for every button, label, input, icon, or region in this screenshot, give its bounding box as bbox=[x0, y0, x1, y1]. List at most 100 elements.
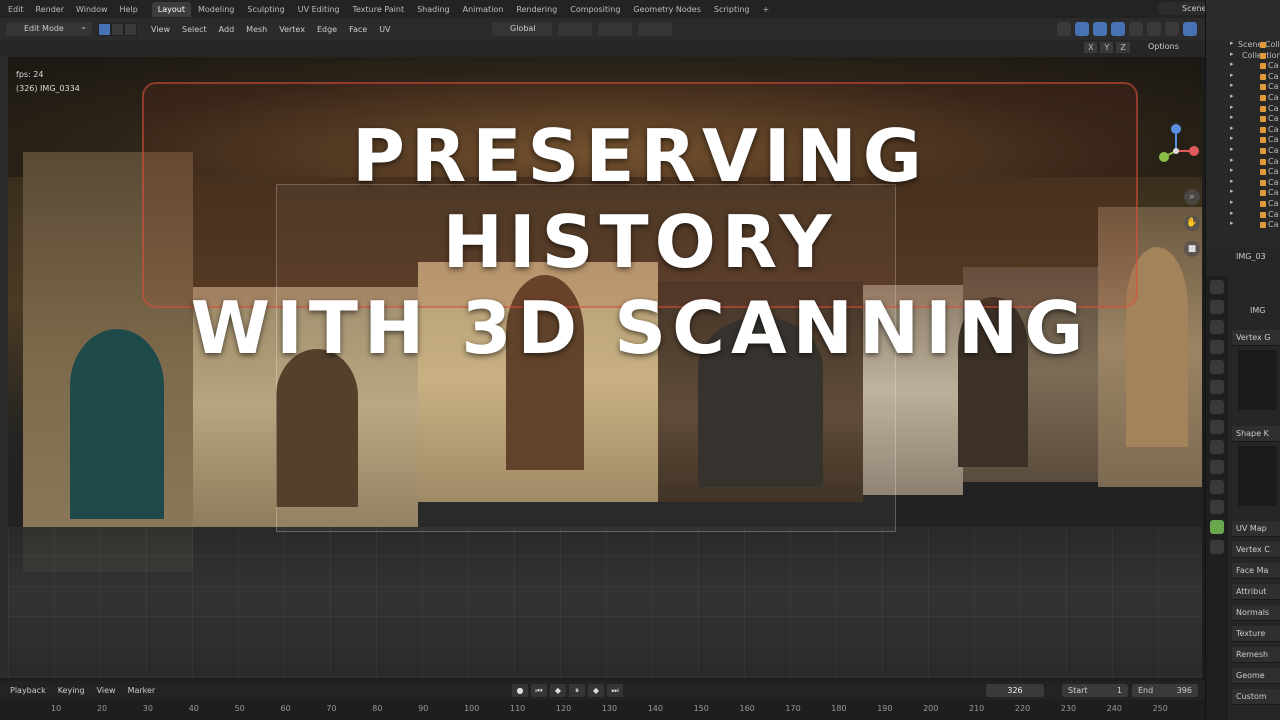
axis-z-toggle[interactable]: Z bbox=[1116, 42, 1130, 53]
attributes-panel[interactable]: Attribut bbox=[1232, 584, 1280, 600]
tab-sculpting[interactable]: Sculpting bbox=[241, 2, 290, 17]
normals-panel[interactable]: Normals bbox=[1232, 605, 1280, 621]
outliner-item[interactable]: Ca bbox=[1206, 114, 1280, 125]
record-icon[interactable]: ● bbox=[512, 684, 528, 697]
outliner-item[interactable]: Ca bbox=[1206, 157, 1280, 168]
tab-rendering[interactable]: Rendering bbox=[510, 2, 563, 17]
panel-header-face-maps[interactable]: Face Ma bbox=[1232, 563, 1280, 579]
panel-header-normals[interactable]: Normals bbox=[1232, 605, 1280, 621]
jump-end-icon[interactable]: ⏭ bbox=[607, 684, 623, 697]
axis-y-toggle[interactable]: Y bbox=[1100, 42, 1114, 53]
menu-keying[interactable]: Keying bbox=[58, 686, 85, 695]
axis-x-toggle[interactable]: X bbox=[1084, 42, 1098, 53]
view-layer-tab-icon[interactable] bbox=[1210, 340, 1224, 354]
menu-uv[interactable]: UV bbox=[379, 25, 390, 34]
rendered-shading-icon[interactable] bbox=[1183, 22, 1197, 36]
menu-playback[interactable]: Playback bbox=[10, 686, 46, 695]
tab-compositing[interactable]: Compositing bbox=[564, 2, 626, 17]
menu-edit[interactable]: Edit bbox=[8, 5, 24, 14]
scene-collection-row[interactable]: Scene Collection bbox=[1206, 40, 1280, 51]
menu-mesh[interactable]: Mesh bbox=[246, 25, 267, 34]
geometry-data-panel[interactable]: Geome bbox=[1232, 668, 1280, 684]
shape-keys-panel[interactable]: Shape K bbox=[1232, 426, 1280, 510]
camera-view-icon[interactable]: ■ bbox=[1184, 241, 1200, 257]
outliner-item[interactable]: Ca bbox=[1206, 135, 1280, 146]
outliner-item[interactable]: Ca bbox=[1206, 146, 1280, 157]
tab-uv-editing[interactable]: UV Editing bbox=[292, 2, 346, 17]
menu-window[interactable]: Window bbox=[76, 5, 108, 14]
outliner-item[interactable]: Ca bbox=[1206, 82, 1280, 93]
outliner-item[interactable]: Ca bbox=[1206, 61, 1280, 72]
panel-header-uv-maps[interactable]: UV Map bbox=[1232, 521, 1280, 537]
end-frame-field[interactable]: End 396 bbox=[1132, 684, 1198, 697]
mesh-data-tab-icon[interactable] bbox=[1210, 520, 1224, 534]
constraints-tab-icon[interactable] bbox=[1210, 500, 1224, 514]
orientation-dropdown[interactable]: Global bbox=[492, 22, 552, 36]
outliner-item[interactable]: Ca bbox=[1206, 178, 1280, 189]
outliner-item[interactable]: Ca bbox=[1206, 188, 1280, 199]
output-tab-icon[interactable] bbox=[1210, 320, 1224, 334]
material-shading-icon[interactable] bbox=[1165, 22, 1179, 36]
panel-header-attributes[interactable]: Attribut bbox=[1232, 584, 1280, 600]
panel-header-custom-properties[interactable]: Custom bbox=[1232, 689, 1280, 705]
panel-header-remesh[interactable]: Remesh bbox=[1232, 647, 1280, 663]
uv-maps-panel[interactable]: UV Map bbox=[1232, 521, 1280, 537]
panel-header-vertex-groups[interactable]: Vertex G bbox=[1232, 330, 1280, 346]
pivot-dropdown[interactable] bbox=[557, 22, 592, 36]
texture-space-panel[interactable]: Texture bbox=[1232, 626, 1280, 642]
menu-edge[interactable]: Edge bbox=[317, 25, 337, 34]
add-workspace-button[interactable]: + bbox=[756, 2, 775, 17]
outliner-item[interactable]: Ca bbox=[1206, 72, 1280, 83]
outliner-item[interactable]: Ca bbox=[1206, 220, 1280, 231]
xray-icon[interactable] bbox=[1111, 22, 1125, 36]
jump-start-icon[interactable]: ⏮ bbox=[531, 684, 547, 697]
panel-header-geometry-data[interactable]: Geome bbox=[1232, 668, 1280, 684]
collection-tab-icon[interactable] bbox=[1210, 400, 1224, 414]
face-maps-panel[interactable]: Face Ma bbox=[1232, 563, 1280, 579]
start-frame-field[interactable]: Start 1 bbox=[1062, 684, 1128, 697]
render-tab-icon[interactable] bbox=[1210, 300, 1224, 314]
mode-dropdown[interactable]: Edit Mode bbox=[6, 20, 92, 36]
color-attributes-panel[interactable]: Vertex C bbox=[1232, 542, 1280, 558]
frame-ruler[interactable]: 10 20 30 40 50 60 70 80 90 100 110 120 130 140 150 160 1… bbox=[0, 700, 1205, 720]
menu-render[interactable]: Render bbox=[36, 5, 64, 14]
3d-viewport[interactable]: PRESERVING HISTORY WITH 3D SCANNING ⌕ ✋ … bbox=[8, 57, 1202, 678]
tab-geometry-nodes[interactable]: Geometry Nodes bbox=[627, 2, 706, 17]
tab-scripting[interactable]: Scripting bbox=[708, 2, 756, 17]
menu-vertex[interactable]: Vertex bbox=[279, 25, 305, 34]
outliner-item[interactable]: Ca bbox=[1206, 167, 1280, 178]
outliner-item[interactable]: Ca bbox=[1206, 104, 1280, 115]
prev-keyframe-icon[interactable]: ◆ bbox=[550, 684, 566, 697]
menu-add[interactable]: Add bbox=[219, 25, 235, 34]
proportional-dropdown[interactable] bbox=[637, 22, 672, 36]
pan-hand-icon[interactable]: ✋ bbox=[1184, 215, 1200, 231]
outliner-item[interactable]: Ca bbox=[1206, 210, 1280, 221]
navigation-gizmo[interactable] bbox=[1156, 121, 1202, 181]
visibility-icon[interactable] bbox=[1057, 22, 1071, 36]
object-tab-icon[interactable] bbox=[1210, 420, 1224, 434]
outliner-item[interactable]: Ca bbox=[1206, 125, 1280, 136]
next-keyframe-icon[interactable]: ◆ bbox=[588, 684, 604, 697]
zoom-icon[interactable]: ⌕ bbox=[1184, 189, 1200, 205]
toolbar-strip[interactable] bbox=[0, 57, 8, 678]
menu-select[interactable]: Select bbox=[182, 25, 207, 34]
menu-timeline-view[interactable]: View bbox=[97, 686, 116, 695]
mesh-name-field[interactable]: IMG bbox=[1250, 306, 1280, 315]
tab-shading[interactable]: Shading bbox=[411, 2, 456, 17]
edge-select-icon[interactable] bbox=[111, 22, 124, 36]
collection-row[interactable]: Collection bbox=[1206, 51, 1280, 62]
material-tab-icon[interactable] bbox=[1210, 540, 1224, 554]
panel-header-shape-keys[interactable]: Shape K bbox=[1232, 426, 1280, 442]
tool-tab-icon[interactable] bbox=[1210, 280, 1224, 294]
menu-view[interactable]: View bbox=[151, 25, 170, 34]
particles-tab-icon[interactable] bbox=[1210, 460, 1224, 474]
vertex-groups-panel[interactable]: Vertex G bbox=[1232, 330, 1280, 414]
custom-properties-panel[interactable]: Custom bbox=[1232, 689, 1280, 705]
panel-header-vertex-colors[interactable]: Vertex C bbox=[1232, 542, 1280, 558]
tab-texture-paint[interactable]: Texture Paint bbox=[346, 2, 410, 17]
outliner-item[interactable]: Ca bbox=[1206, 199, 1280, 210]
vertex-groups-list[interactable] bbox=[1238, 350, 1277, 410]
scene-tab-icon[interactable] bbox=[1210, 360, 1224, 374]
vertex-select-icon[interactable] bbox=[98, 22, 111, 36]
remesh-panel[interactable]: Remesh bbox=[1232, 647, 1280, 663]
